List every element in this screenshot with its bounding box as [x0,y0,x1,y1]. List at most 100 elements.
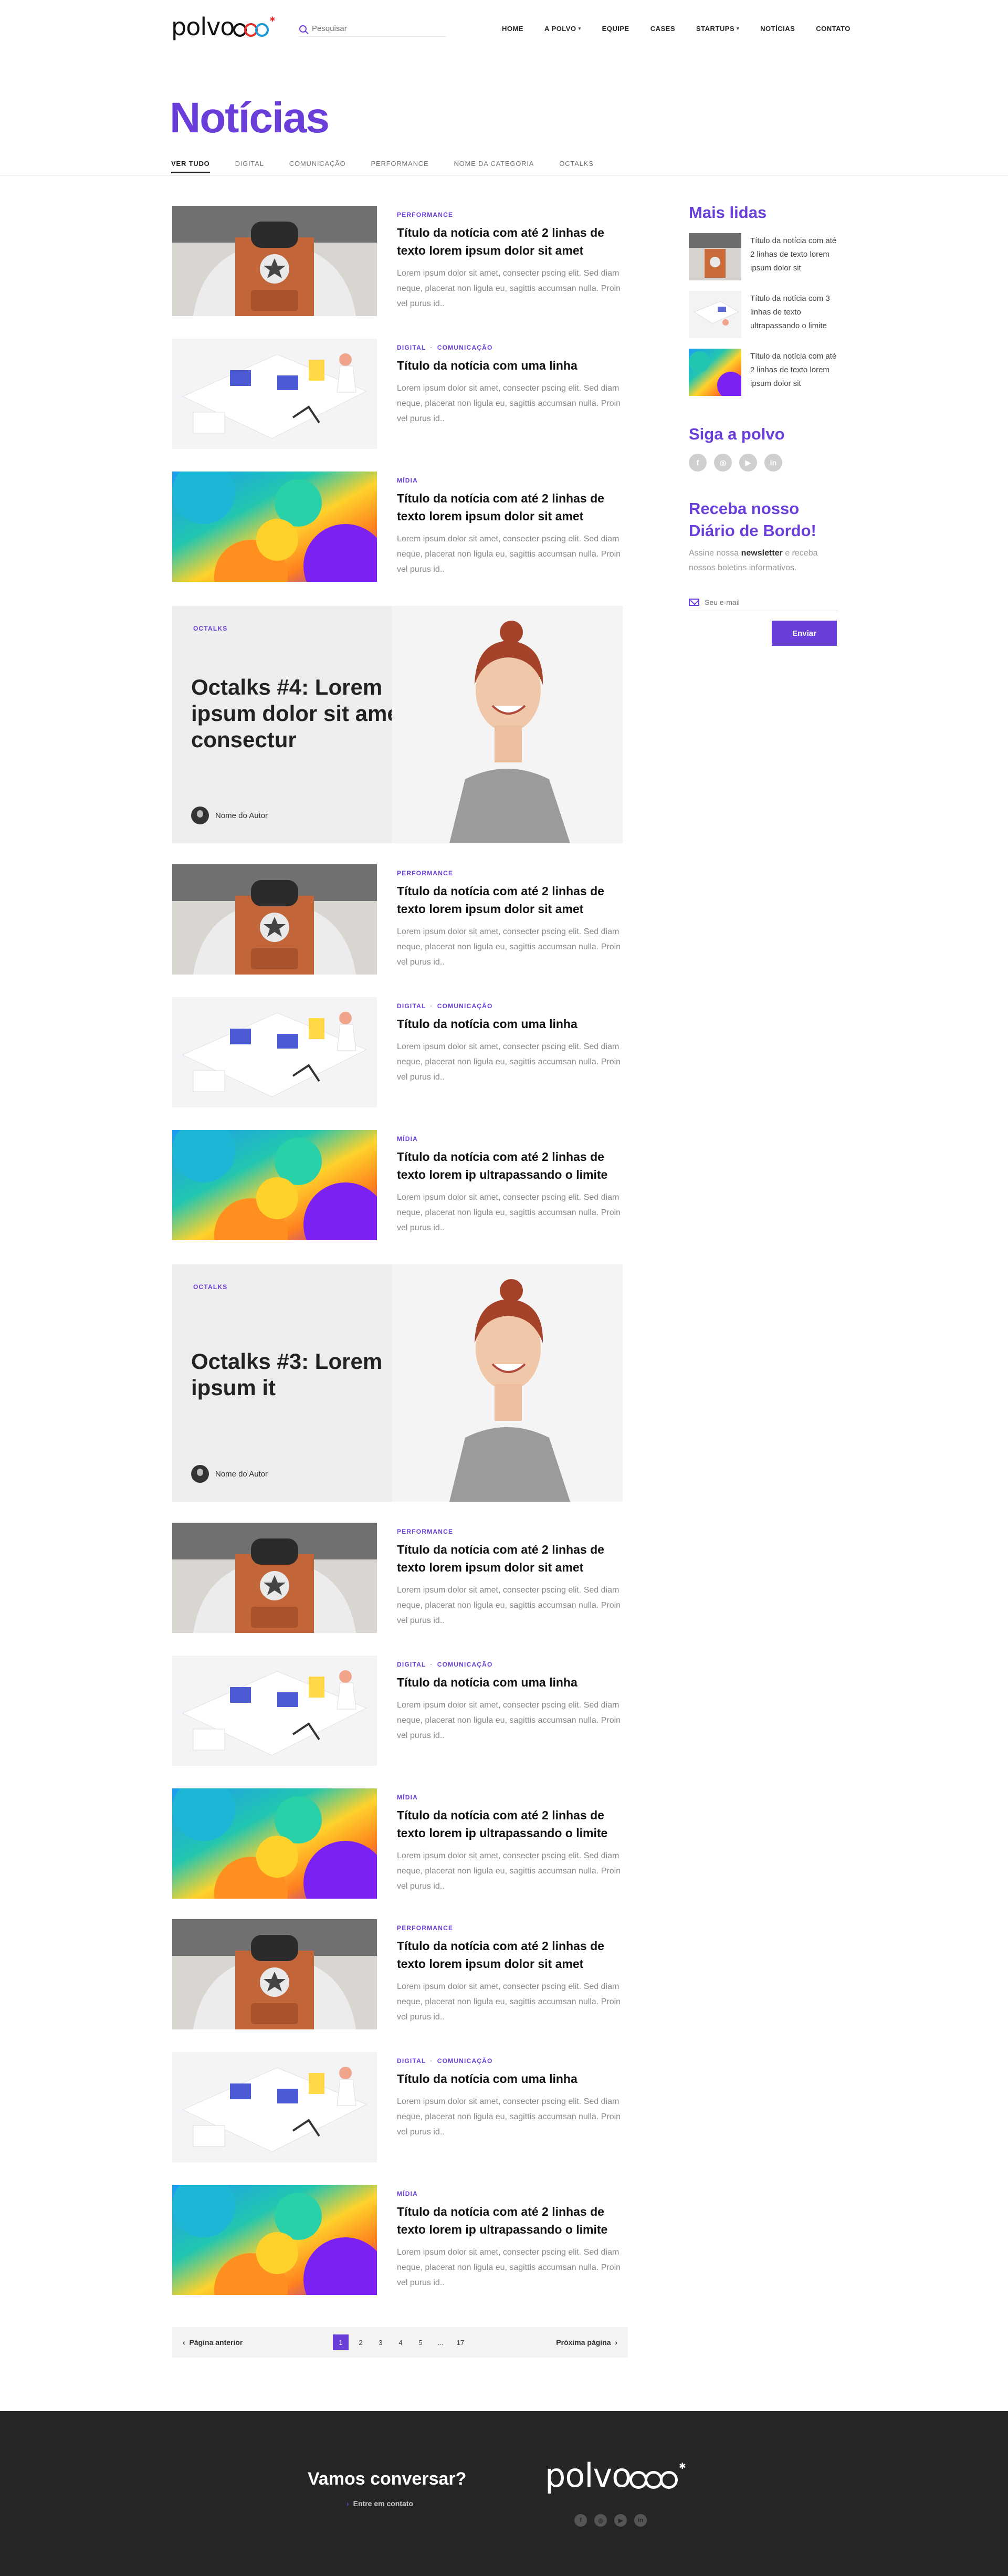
mail-icon [689,598,699,606]
article-category[interactable]: MÍDIA [397,2190,628,2197]
article-title[interactable]: Título da notícia com uma linha [397,2070,628,2088]
featured-post-octalks-4[interactable]: OCTALKS Octalks #4: Lorem ipsum dolor si… [172,606,623,843]
youtube-icon[interactable]: ▶ [614,2514,627,2527]
nav-equipe[interactable]: EQUIPE [602,25,629,33]
article-card[interactable]: PERFORMANCE Título da notícia com até 2 l… [172,1919,621,2029]
article-thumbnail[interactable] [172,864,377,975]
facebook-icon[interactable]: f [574,2514,587,2527]
search-icon[interactable] [299,25,307,33]
article-title[interactable]: Título da notícia com até 2 linhas de te… [397,882,628,918]
article-card[interactable]: DIGITAL · COMUNICAÇÃO Título da notícia com… [172,997,621,1107]
instagram-icon[interactable]: ◎ [594,2514,607,2527]
tab-comunicacao[interactable]: COMUNICAÇÃO [289,160,346,173]
newsletter-submit-button[interactable]: Enviar [772,621,837,646]
article-title[interactable]: Título da notícia com até 2 linhas de te… [397,1937,628,1973]
article-category[interactable]: PERFORMANCE [397,870,628,877]
tab-nome-da-categoria[interactable]: NOME DA CATEGORIA [454,160,534,173]
most-read-item[interactable]: Título da notícia com até 2 linhas de te… [689,349,841,401]
article-category[interactable]: MÍDIA [397,1794,628,1801]
article-category[interactable]: PERFORMANCE [397,211,628,218]
article-card[interactable]: DIGITAL · COMUNICAÇÃO Título da notícia com… [172,339,621,449]
article-category[interactable]: DIGITAL · COMUNICAÇÃO [397,344,628,351]
article-category[interactable]: PERFORMANCE [397,1924,628,1932]
linkedin-icon[interactable]: in [634,2514,647,2527]
article-thumbnail[interactable] [172,339,377,449]
article-card[interactable]: PERFORMANCE Título da notícia com até 2 l… [172,864,621,975]
linkedin-icon[interactable]: in [764,454,782,472]
article-category[interactable]: DIGITAL · COMUNICAÇÃO [397,1661,628,1668]
article-card[interactable]: DIGITAL · COMUNICAÇÃO Título da notícia com… [172,1656,621,1766]
article-excerpt: Lorem ipsum dolor sit amet, consecter ps… [397,1193,621,1232]
polvo-logo[interactable]: polvo ✱ [171,13,275,41]
page-17[interactable]: 17 [453,2334,468,2350]
article-excerpt: Lorem ipsum dolor sit amet, consecter ps… [397,384,621,423]
search-bar [299,21,446,37]
email-field[interactable] [705,598,831,606]
footer-logo[interactable]: polvo ✱ [545,2459,686,2492]
pagination-prev[interactable]: ‹ Página anterior [183,2338,243,2347]
article-card[interactable]: PERFORMANCE Título da notícia com até 2 l… [172,1523,621,1633]
page-4[interactable]: 4 [393,2334,408,2350]
instagram-icon[interactable]: ◎ [714,454,732,472]
logo-rings [233,20,269,37]
article-category[interactable]: PERFORMANCE [397,1528,628,1535]
nav-noticias[interactable]: NOTÍCIAS [760,25,795,33]
article-category[interactable]: MÍDIA [397,1135,628,1143]
article-category[interactable]: DIGITAL · COMUNICAÇÃO [397,1002,628,1010]
article-title[interactable]: Título da notícia com até 2 linhas de te… [397,1148,628,1184]
article-card[interactable]: MÍDIA Título da notícia com até 2 linhas … [172,1788,621,1899]
article-thumbnail[interactable] [172,997,377,1107]
main-nav: HOME A POLVO ▾ EQUIPE CASES STARTUPS ▾ NOT… [502,25,850,33]
logo-wordmark: polvo [171,13,235,41]
article-category[interactable]: MÍDIA [397,477,628,484]
article-title[interactable]: Título da notícia com até 2 linhas de te… [397,489,628,525]
article-thumbnail[interactable] [172,1523,377,1633]
article-title[interactable]: Título da notícia com uma linha [397,1015,628,1033]
article-title[interactable]: Título da notícia com uma linha [397,357,628,374]
tab-octalks[interactable]: OCTALKS [559,160,593,173]
article-thumbnail[interactable] [172,2052,377,2162]
page-5[interactable]: 5 [413,2334,428,2350]
facebook-icon[interactable]: f [689,454,707,472]
article-category[interactable]: DIGITAL · COMUNICAÇÃO [397,2057,628,2065]
article-thumbnail[interactable] [172,1130,377,1240]
article-card[interactable]: MÍDIA Título da notícia com até 2 linhas … [172,2185,621,2295]
page-2[interactable]: 2 [353,2334,369,2350]
article-thumbnail[interactable] [172,472,377,582]
article-thumbnail[interactable] [172,1788,377,1899]
nav-a-polvo[interactable]: A POLVO ▾ [544,25,581,33]
most-read-title-text: Título da notícia com até 2 linhas de te… [750,352,837,388]
page-1[interactable]: 1 [333,2334,349,2350]
tab-ver-tudo[interactable]: VER TUDO [171,160,210,173]
page-3[interactable]: 3 [373,2334,388,2350]
article-title[interactable]: Título da notícia com até 2 linhas de te… [397,2203,628,2238]
site-footer: Vamos conversar? › Entre em contato polvo… [0,2411,1008,2576]
tab-performance[interactable]: PERFORMANCE [371,160,429,173]
nav-home[interactable]: HOME [502,25,523,33]
article-title[interactable]: Título da notícia com até 2 linhas de te… [397,1806,628,1842]
nav-cases[interactable]: CASES [650,25,675,33]
pagination-next[interactable]: Próxima página › [556,2338,617,2347]
nav-contato[interactable]: CONTATO [816,25,850,33]
pagination-pages: 1 2 3 4 5 ... 17 [333,2334,472,2350]
article-title[interactable]: Título da notícia com até 2 linhas de te… [397,224,628,259]
article-card[interactable]: MÍDIA Título da notícia com até 2 linhas … [172,472,621,582]
article-thumbnail[interactable] [172,1919,377,2029]
most-read-item[interactable]: Título da notícia com 3 linhas de texto … [689,291,841,343]
article-title[interactable]: Título da notícia com até 2 linhas de te… [397,1541,628,1576]
nav-startups[interactable]: STARTUPS ▾ [696,25,739,33]
featured-post-octalks-3[interactable]: OCTALKS Octalks #3: Lorem ipsum it Nome … [172,1264,623,1502]
tab-digital[interactable]: DIGITAL [235,160,264,173]
youtube-icon[interactable]: ▶ [739,454,757,472]
article-card[interactable]: MÍDIA Título da notícia com até 2 linhas … [172,1130,621,1240]
article-title[interactable]: Título da notícia com uma linha [397,1673,628,1691]
avatar [191,807,209,824]
search-input[interactable] [312,24,438,33]
article-card[interactable]: DIGITAL · COMUNICAÇÃO Título da notícia com… [172,2052,621,2162]
article-thumbnail[interactable] [172,2185,377,2295]
article-thumbnail[interactable] [172,206,377,316]
article-card[interactable]: PERFORMANCE Título da notícia com até 2 l… [172,206,621,316]
footer-contact-link[interactable]: › Entre em contato [346,2499,413,2508]
most-read-item[interactable]: Título da notícia com até 2 linhas de te… [689,233,841,286]
article-thumbnail[interactable] [172,1656,377,1766]
